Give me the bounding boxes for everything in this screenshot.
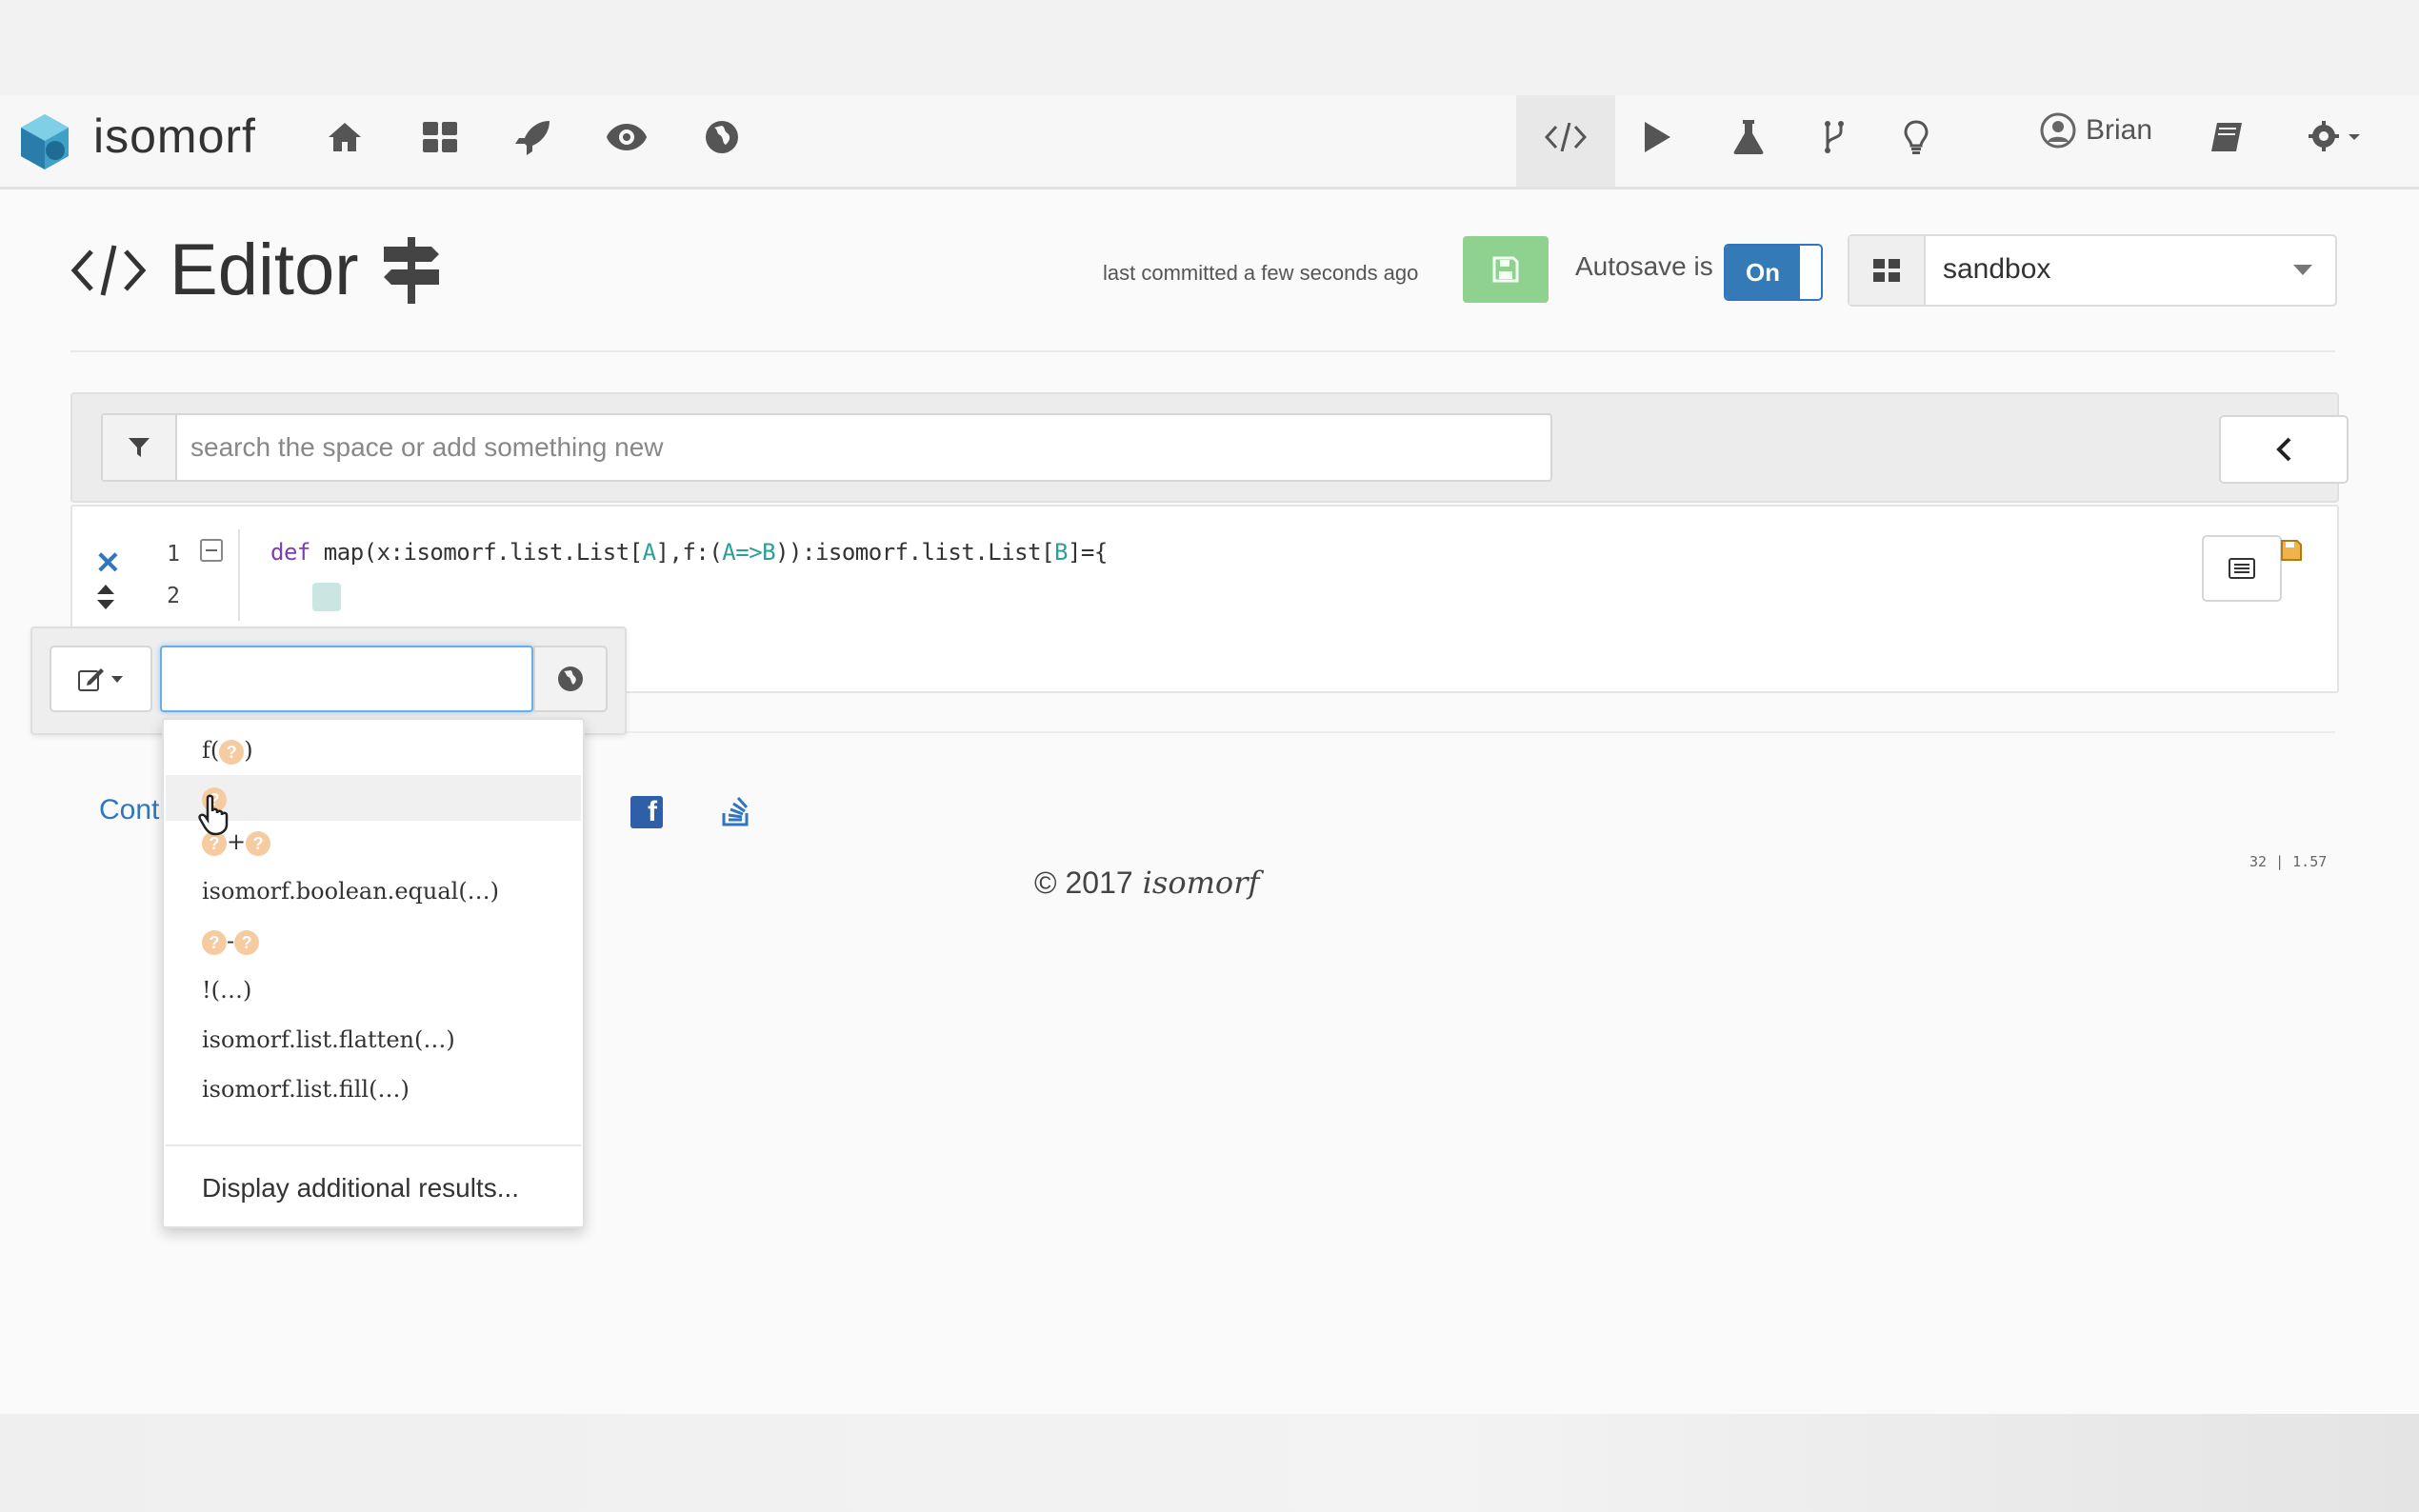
grid-icon [1849, 236, 1926, 305]
copyright-text: © 2017 [1034, 865, 1133, 900]
suggestion-text: isomorf.boolean.equal(…) [202, 878, 500, 905]
code-token: map(x:isomorf.list.List[ [310, 539, 643, 566]
suggestion-text: isomorf.list.flatten(…) [202, 1026, 455, 1053]
expression-input[interactable] [160, 646, 533, 712]
line-number: 2 [167, 584, 180, 608]
eye-icon[interactable] [606, 116, 648, 158]
edit-icon [78, 668, 104, 691]
suggestion-item[interactable]: f(?) [166, 727, 581, 773]
page-title-text: Editor [170, 229, 359, 310]
floppy-icon [1492, 256, 1519, 283]
chevron-left-icon [2276, 437, 2291, 462]
dashboard-icon[interactable] [419, 116, 461, 158]
user-menu[interactable]: Brian [2040, 112, 2152, 149]
divider [166, 1144, 581, 1146]
globe-icon[interactable] [701, 116, 743, 158]
brand-name[interactable]: isomorf [93, 109, 256, 164]
sort-icon[interactable] [95, 583, 116, 611]
copyright-brand: isomorf [1142, 865, 1260, 901]
suggestion-item[interactable]: isomorf.boolean.equal(…) [166, 868, 581, 914]
commit-status: last committed a few seconds ago [1103, 261, 1419, 285]
code-keyword: def [270, 539, 310, 566]
display-more-link[interactable]: Display additional results... [202, 1173, 519, 1204]
top-margin [0, 0, 2419, 95]
line-numbers: 1 2 [149, 533, 198, 617]
hole-marker: ? [246, 830, 271, 856]
chevron-down-icon [2293, 265, 2312, 275]
code-token: ],f:( [655, 539, 723, 566]
space-select[interactable]: sandbox [1848, 234, 2337, 307]
gutter-divider [238, 529, 240, 621]
flask-icon[interactable] [1728, 116, 1769, 158]
autosave-label: Autosave is [1575, 251, 1713, 281]
suggestion-item[interactable]: isomorf.list.flatten(…) [166, 1017, 581, 1063]
user-circle-icon [2040, 112, 2076, 149]
autosave-toggle-state: On [1726, 246, 1800, 299]
suggestion-text: isomorf.list.fill(…) [202, 1076, 410, 1103]
code-line-1[interactable]: def map(x:isomorf.list.List[A],f:(A=>B))… [270, 539, 1108, 566]
play-icon[interactable] [1636, 116, 1678, 158]
suggestion-text: ) [244, 737, 253, 764]
brand-text: isomorf [93, 109, 256, 163]
suggestion-text: f( [202, 737, 220, 764]
code-icon [70, 244, 147, 296]
branch-icon[interactable] [1813, 116, 1855, 158]
caret-down-icon [111, 676, 123, 683]
code-token: ]={ [1067, 539, 1108, 566]
globe-icon[interactable] [533, 646, 608, 712]
book-icon[interactable] [2206, 116, 2248, 158]
code-token: )):isomorf.list.List[ [775, 539, 1055, 566]
hole-marker: ? [219, 739, 245, 765]
line-number: 1 [167, 542, 180, 567]
bottom-margin [0, 1414, 2419, 1512]
divider [70, 350, 2335, 352]
close-icon[interactable]: ✕ [95, 545, 121, 581]
page-title: Editor [70, 229, 441, 311]
rocket-icon[interactable] [512, 116, 554, 158]
autosave-toggle[interactable]: On [1724, 244, 1823, 301]
hole-marker: ? [234, 929, 260, 955]
version-info: 32 | 1.57 [2249, 853, 2328, 870]
home-icon[interactable] [324, 116, 366, 158]
code-type: A=>B [722, 539, 776, 566]
code-type: A [642, 539, 656, 566]
collapse-button[interactable] [2219, 415, 2349, 484]
floppy-icon[interactable] [2280, 539, 2303, 562]
list-icon [2229, 558, 2255, 579]
search-bar [101, 413, 1552, 482]
search-input[interactable] [189, 427, 1535, 468]
save-button[interactable] [1463, 236, 1549, 303]
filter-icon[interactable] [103, 415, 177, 480]
suggestion-text: - [227, 927, 235, 954]
copyright: © 2017 isomorf [1034, 865, 1259, 901]
space-select-value: sandbox [1943, 253, 2051, 285]
document-button[interactable] [2202, 535, 2282, 602]
user-name: Brian [2086, 114, 2153, 146]
lightbulb-icon[interactable] [1895, 116, 1937, 158]
code-type: B [1054, 539, 1068, 566]
fold-icon[interactable] [200, 539, 223, 562]
hole-marker: ? [202, 929, 227, 955]
code-hole[interactable] [312, 583, 341, 611]
edit-mode-button[interactable] [50, 646, 152, 712]
signpost-icon [383, 236, 439, 304]
stackoverflow-icon[interactable] [722, 794, 750, 826]
isomorf-logo-icon[interactable] [17, 112, 72, 171]
suggestion-item[interactable]: ? -? [166, 918, 581, 964]
suggestion-text: !(…) [202, 977, 252, 1004]
contact-link[interactable]: Cont [99, 794, 159, 826]
code-icon[interactable] [1545, 116, 1587, 158]
hand-cursor-icon [198, 794, 229, 836]
suggestion-item[interactable]: !(…) [166, 967, 581, 1013]
facebook-icon[interactable]: f [630, 796, 663, 828]
settings-gear-icon[interactable] [2299, 116, 2375, 158]
suggestion-item[interactable]: isomorf.list.fill(…) [166, 1066, 581, 1112]
